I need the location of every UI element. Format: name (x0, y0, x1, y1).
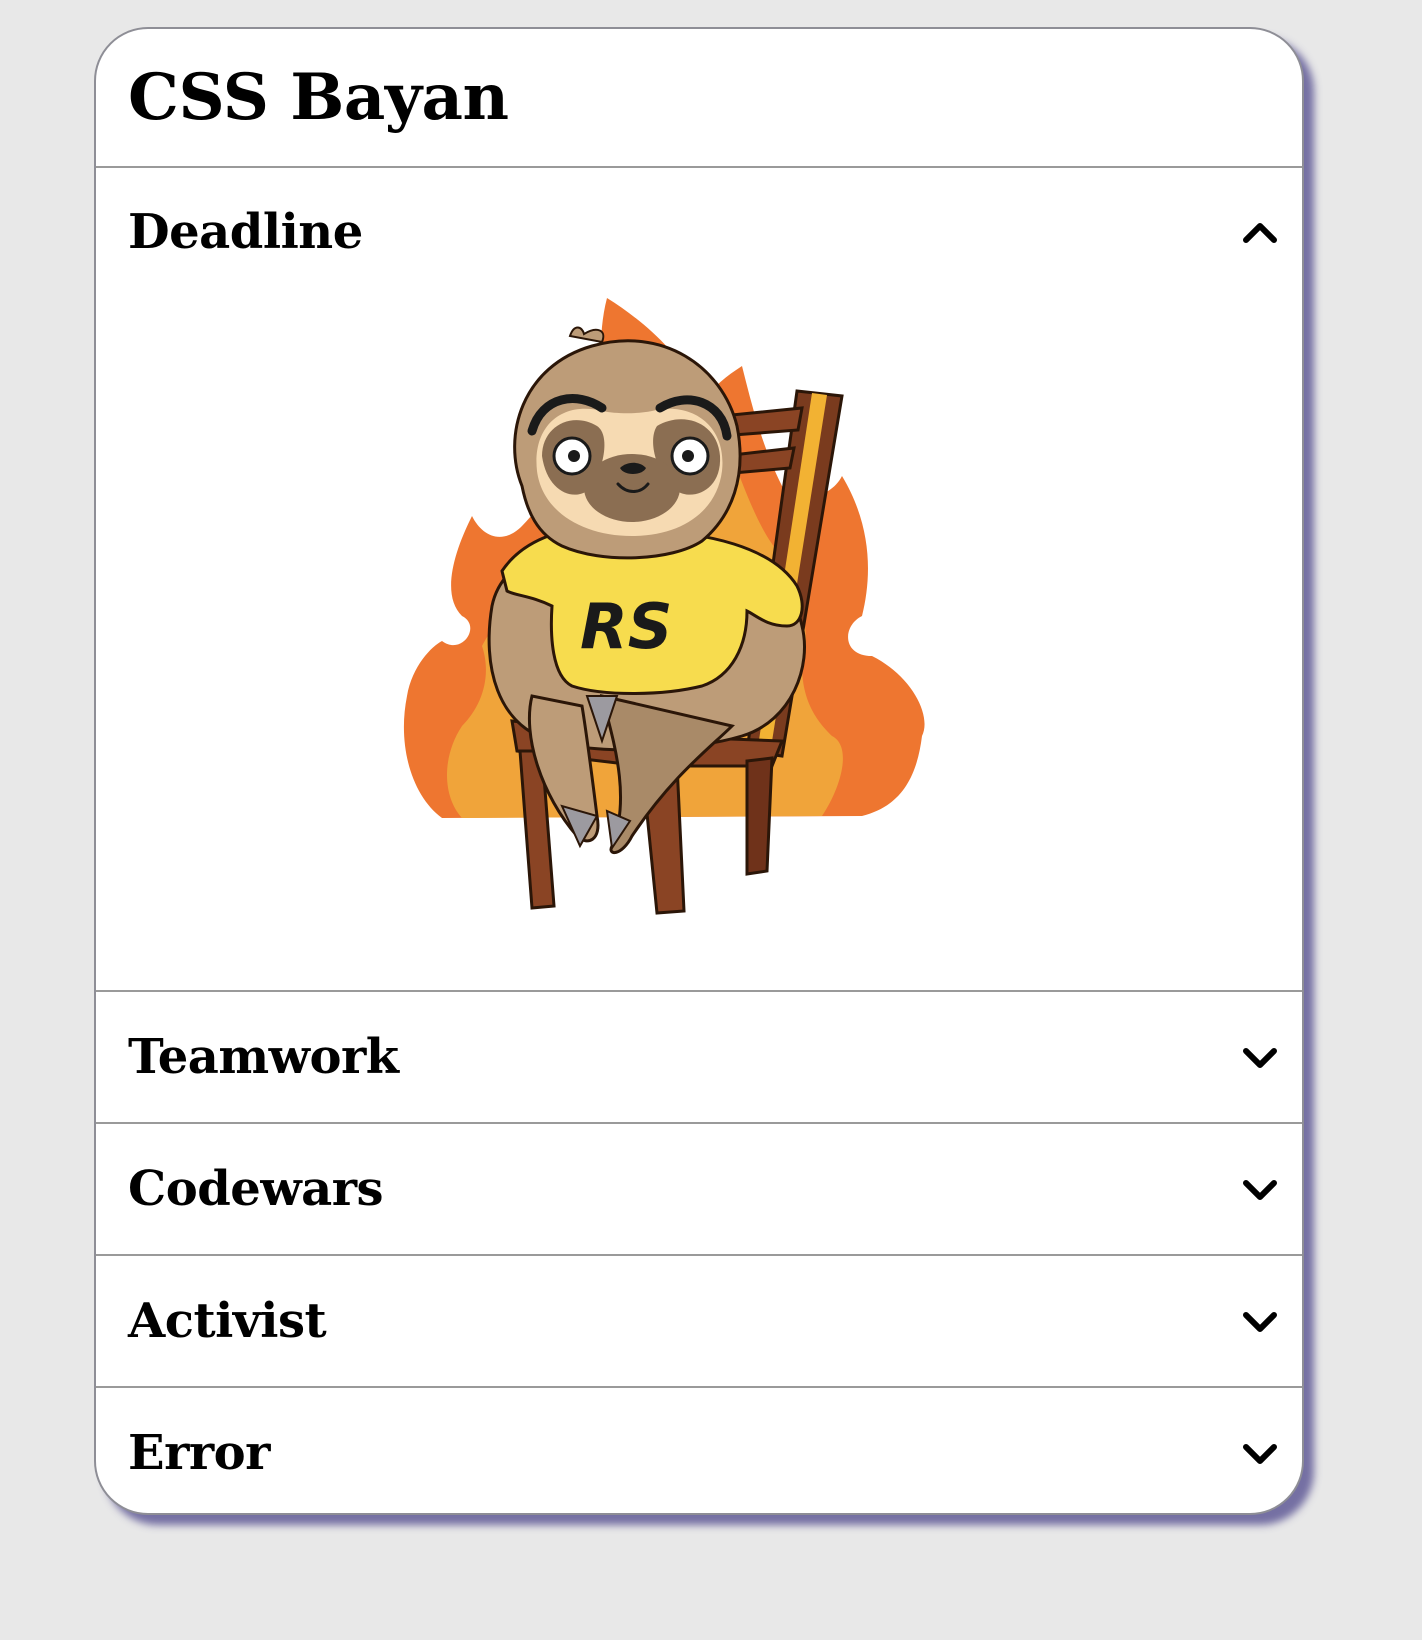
accordion-panel-deadline: RS (96, 296, 1302, 990)
card-header: CSS Bayan (96, 29, 1302, 168)
accordion-item-error: Error (96, 1388, 1302, 1513)
page-title: CSS Bayan (128, 60, 509, 135)
accordion-label: Error (128, 1425, 270, 1481)
accordion-item-deadline: Deadline RS (96, 168, 1302, 992)
accordion-label: Deadline (128, 204, 363, 260)
chevron-down-icon[interactable] (1240, 1037, 1280, 1077)
accordion-item-teamwork: Teamwork (96, 992, 1302, 1124)
accordion-item-activist: Activist (96, 1256, 1302, 1388)
chevron-up-icon[interactable] (1240, 212, 1280, 252)
accordion-header-teamwork[interactable]: Teamwork (96, 992, 1302, 1122)
accordion-label: Teamwork (128, 1029, 399, 1085)
sloth-on-chair-in-fire-illustration: RS (403, 298, 925, 915)
accordion-header-activist[interactable]: Activist (96, 1256, 1302, 1386)
accordion-item-codewars: Codewars (96, 1124, 1302, 1256)
chevron-down-icon[interactable] (1240, 1169, 1280, 1209)
accordion-header-deadline[interactable]: Deadline (96, 168, 1302, 296)
chevron-down-icon[interactable] (1240, 1301, 1280, 1341)
accordion-label: Codewars (128, 1161, 384, 1217)
shirt-logo-text: RS (580, 590, 672, 663)
accordion-header-error[interactable]: Error (96, 1388, 1302, 1513)
accordion-card: CSS Bayan Deadline RS Teamwork Codewars … (94, 27, 1304, 1515)
accordion-label: Activist (128, 1293, 327, 1349)
accordion-header-codewars[interactable]: Codewars (96, 1124, 1302, 1254)
chevron-down-icon[interactable] (1240, 1433, 1280, 1473)
